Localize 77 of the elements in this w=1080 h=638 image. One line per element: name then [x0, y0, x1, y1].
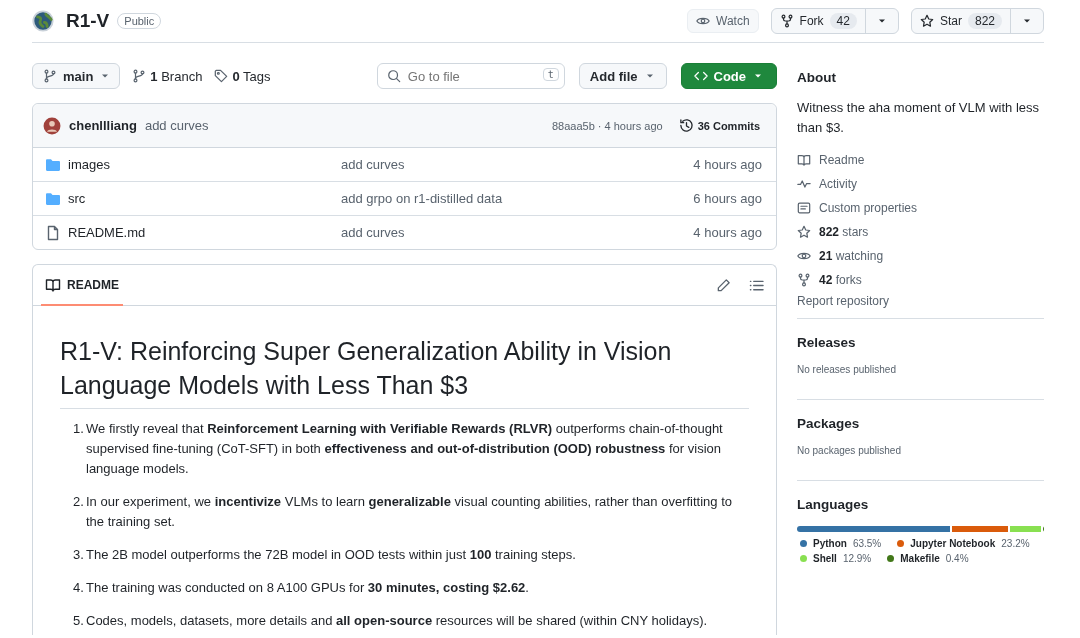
tag-icon — [214, 69, 229, 83]
file-icon — [45, 224, 61, 241]
book-icon — [797, 153, 811, 167]
about-link[interactable]: Custom properties — [819, 201, 918, 215]
commit-message[interactable]: add curves — [144, 118, 209, 133]
language-percent: 23.2% — [1001, 538, 1030, 549]
code-button[interactable]: Code — [680, 63, 777, 89]
history-icon — [678, 118, 694, 133]
list-number: 4. — [73, 579, 85, 597]
language-name[interactable]: Jupyter Notebook — [910, 538, 996, 549]
commits-link[interactable]: 36 Commits — [678, 118, 760, 133]
list-number: 2. — [73, 493, 85, 511]
readme-tab[interactable]: README — [41, 265, 123, 306]
globe-avatar — [32, 10, 54, 32]
list-text: We firstly reveal that Reinforcement Learning with Verifiable Rewards (RLVR) outperforms chain-of-thought supervised fine-tuning (CoT-SFT) in both effectiveness and out-of-distribution (OOD) robustness for vision language models. — [86, 420, 724, 478]
language-name[interactable]: Shell — [813, 553, 837, 564]
about-link[interactable]: 21 watching — [819, 249, 884, 263]
book-icon — [45, 276, 61, 293]
language-name[interactable]: Python — [813, 538, 847, 549]
watch-button[interactable]: Watch — [687, 9, 759, 33]
branches-link[interactable]: 1 Branch — [132, 68, 203, 84]
star-icon — [919, 14, 934, 28]
tags-link[interactable]: 0 Tags — [214, 68, 271, 84]
file-name[interactable]: README.md — [68, 225, 341, 240]
commit-author[interactable]: chenllliang — [69, 118, 137, 133]
file-name[interactable]: images — [68, 157, 341, 172]
note-icon — [797, 201, 811, 215]
about-link[interactable]: 822 stars — [819, 225, 869, 239]
commit-time: 6 hours ago — [693, 191, 762, 206]
about-heading: About — [797, 70, 837, 85]
section-heading: Packages — [797, 416, 861, 431]
report-link[interactable]: Report repository — [797, 294, 1044, 308]
folder-icon — [45, 156, 61, 173]
empty-note: No releases published — [797, 364, 897, 377]
edit-icon — [716, 277, 731, 293]
fork-count: 42 — [829, 13, 857, 29]
list-text: The training was conducted on 8 A100 GPUs for 30 minutes, costing $2.62. — [86, 579, 529, 597]
fork-icon — [779, 14, 794, 28]
readme-title: R1-V: Reinforcing Super Generalization Ability in Vision Language Models with Less Than $3 — [60, 334, 749, 409]
commit-message[interactable]: add grpo on r1-distilled data — [341, 191, 694, 206]
pulse-icon — [797, 177, 811, 191]
list-number: 1. — [73, 420, 85, 438]
code-icon — [693, 69, 708, 83]
commit-message[interactable]: add curves — [341, 225, 694, 240]
language-name[interactable]: Makefile — [900, 553, 940, 564]
shortcut-key: t — [542, 68, 559, 81]
repo-description: Witness the aha moment of VLM with less than $3. — [797, 99, 1041, 137]
folder-icon — [45, 190, 61, 207]
branch-icon — [132, 69, 147, 83]
section-heading: Languages — [797, 497, 870, 512]
language-percent: 0.4% — [945, 553, 969, 564]
commit-time: 4 hours ago — [693, 157, 762, 172]
add-file-button[interactable]: Add file — [578, 63, 667, 89]
commit-hash-time[interactable]: 88aaa5b · 4 hours ago — [551, 119, 663, 132]
list-text: In our experiment, we incentivize VLMs to learn generalizable visual counting abilities, rather than overfitting to the training set. — [86, 493, 733, 531]
empty-note: No packages published — [797, 445, 902, 458]
list-text: The 2B model outperforms the 72B model in OOD tests within just 100 training steps. — [86, 546, 576, 564]
language-percent: 63.5% — [852, 538, 882, 549]
list-text: Codes, models, datasets, more details and all open-source resources will be shared (within CNY holidays). — [86, 612, 708, 630]
list-number: 3. — [73, 546, 85, 564]
section-heading: Releases — [797, 335, 857, 350]
about-link[interactable]: 42 forks — [819, 273, 862, 287]
list-number: 5. — [73, 612, 85, 630]
about-link[interactable]: Activity — [819, 177, 857, 191]
commit-message[interactable]: add curves — [341, 157, 694, 172]
fork-icon — [797, 273, 811, 287]
about-link[interactable]: Readme — [819, 153, 865, 167]
search-icon — [386, 69, 401, 83]
star-icon — [797, 225, 811, 239]
user-avatar — [43, 116, 61, 135]
branch-selector[interactable]: main — [32, 63, 121, 89]
language-percent: 12.9% — [842, 553, 872, 564]
commit-time: 4 hours ago — [693, 225, 762, 240]
file-name[interactable]: src — [68, 191, 341, 206]
repo-name[interactable]: R1-V — [66, 10, 110, 32]
branch-icon — [43, 69, 57, 83]
star-count: 822 — [967, 13, 1002, 29]
